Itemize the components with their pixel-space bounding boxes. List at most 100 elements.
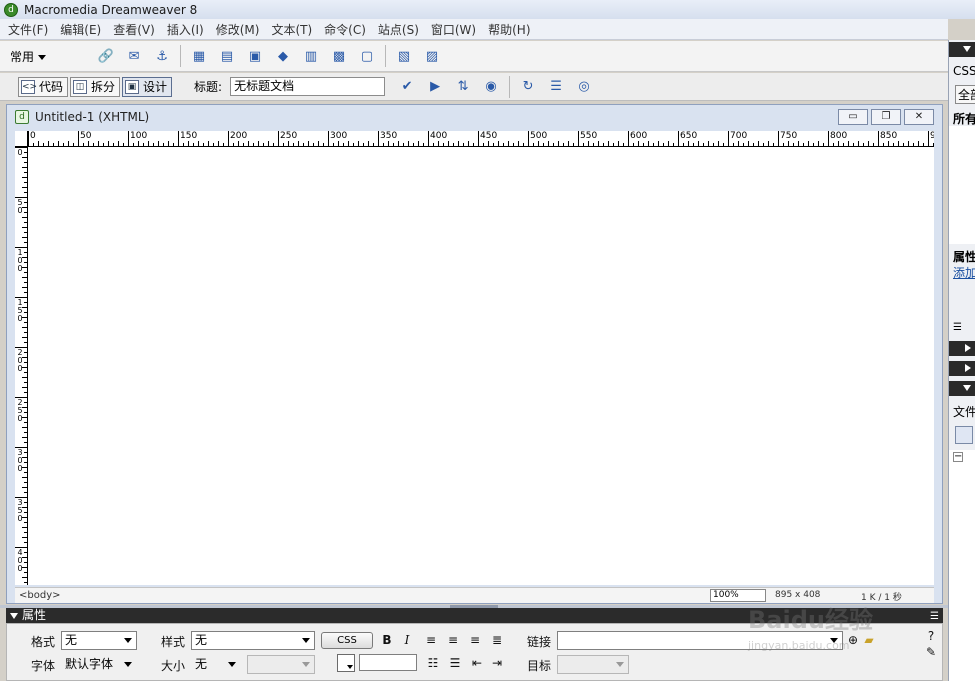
watermark-url: jingyan.baidu.com	[748, 639, 850, 652]
menu-commands[interactable]: 命令(C)	[318, 21, 372, 38]
media-icon[interactable]: ◆	[273, 46, 293, 66]
named-anchor-icon[interactable]: ⚓	[152, 46, 172, 66]
all-rules-button[interactable]: 全部	[955, 85, 975, 104]
css-panel-tab[interactable]: CSS	[953, 64, 975, 78]
menu-file[interactable]: 文件(F)	[2, 21, 54, 38]
file-management-icon[interactable]: ⇅	[453, 77, 473, 97]
ruler-tick	[24, 562, 27, 563]
indent-icon[interactable]: ⇥	[489, 655, 505, 671]
align-center-icon[interactable]: ≡	[445, 632, 461, 648]
bold-button[interactable]: B	[379, 632, 395, 648]
ordered-list-icon[interactable]: ☰	[447, 655, 463, 671]
table-icon[interactable]: ▦	[189, 46, 209, 66]
document-title-input[interactable]: 无标题文档	[230, 77, 386, 96]
panel-options-icon[interactable]: ☰	[930, 609, 939, 624]
close-button[interactable]: ✕	[904, 109, 934, 125]
ruler-tick	[448, 141, 449, 146]
css-button[interactable]: CSS	[321, 632, 373, 649]
ruler-tick	[24, 272, 27, 273]
ruler-tick	[58, 141, 59, 146]
panel-group-header-1[interactable]	[949, 341, 975, 356]
visual-aids-icon[interactable]: ◎	[574, 77, 594, 97]
css-panel-header[interactable]	[949, 42, 975, 57]
restore-button[interactable]: ❐	[871, 109, 901, 125]
tag-selector[interactable]: <body>	[19, 590, 61, 601]
ruler-tick	[373, 143, 374, 146]
menu-text[interactable]: 文本(T)	[265, 21, 318, 38]
view-options-icon[interactable]: ☰	[546, 77, 566, 97]
add-property-link[interactable]: 添加	[953, 264, 975, 281]
template-icon[interactable]: ▧	[394, 46, 414, 66]
menu-site[interactable]: 站点(S)	[372, 21, 425, 38]
menu-edit[interactable]: 编辑(E)	[54, 21, 107, 38]
validate-icon[interactable]: ▶	[425, 77, 445, 97]
align-right-icon[interactable]: ≡	[467, 632, 483, 648]
ruler-tick	[24, 372, 27, 373]
italic-button[interactable]: I	[399, 632, 415, 648]
date-icon[interactable]: ▥	[301, 46, 321, 66]
hyperlink-icon[interactable]: 🔗	[96, 46, 116, 66]
ruler-tick	[123, 143, 124, 146]
preview-in-browser-icon[interactable]: ◉	[481, 77, 501, 97]
design-view-button[interactable]: ▣ 设计	[122, 76, 173, 97]
ruler-tick	[24, 552, 27, 553]
image-icon[interactable]: ▣	[245, 46, 265, 66]
refresh-icon[interactable]: ↻	[518, 77, 538, 97]
format-select[interactable]: 无	[61, 631, 137, 650]
ruler-tick	[698, 141, 699, 146]
text-color-picker[interactable]	[337, 654, 355, 672]
ruler-label: 150	[180, 131, 198, 141]
ruler-tick	[263, 143, 264, 146]
insert-category-dropdown[interactable]: 常用	[10, 48, 47, 65]
ruler-tick	[24, 172, 27, 173]
menu-modify[interactable]: 修改(M)	[210, 21, 266, 38]
ruler-tick	[22, 227, 27, 228]
ruler-tick	[423, 143, 424, 146]
head-icon[interactable]: ▢	[357, 46, 377, 66]
panel-group-header-2[interactable]	[949, 361, 975, 376]
ruler-label: 0	[17, 148, 23, 157]
menu-window[interactable]: 窗口(W)	[425, 21, 482, 38]
ruler-tick	[588, 141, 589, 146]
justify-icon[interactable]: ≣	[489, 632, 505, 648]
window-size[interactable]: 895 x 408	[775, 590, 820, 600]
unordered-list-icon[interactable]: ☷	[425, 655, 441, 671]
style-value: 无	[195, 633, 208, 647]
font-select[interactable]: 默认字体	[61, 655, 137, 674]
document-toolbar: <> 代码 ◫ 拆分 ▣ 设计 标题: 无标题文档 ✔ ▶ ⇅ ◉ ↻ ☰ ◎	[0, 73, 948, 101]
style-select[interactable]: 无	[191, 631, 315, 650]
files-panel-header[interactable]	[949, 381, 975, 396]
ruler-tick	[228, 131, 229, 146]
comment-icon[interactable]: ▩	[329, 46, 349, 66]
design-canvas[interactable]	[28, 147, 934, 585]
list-view-icon[interactable]: ☰	[953, 322, 962, 333]
ruler-tick	[98, 141, 99, 146]
ruler-tick	[558, 141, 559, 146]
menu-view[interactable]: 查看(V)	[107, 21, 161, 38]
ruler-tick	[22, 377, 27, 378]
div-icon[interactable]: ▤	[217, 46, 237, 66]
files-panel-tab[interactable]: 文件	[953, 403, 975, 420]
ruler-tick	[24, 522, 27, 523]
ruler-tick	[888, 141, 889, 146]
tree-expander-icon[interactable]: −	[953, 452, 963, 462]
code-view-button[interactable]: <> 代码	[18, 76, 69, 97]
format-label: 格式	[31, 635, 56, 649]
browser-check-icon[interactable]: ✔	[397, 77, 417, 97]
ruler-tick	[208, 141, 209, 146]
outdent-icon[interactable]: ⇤	[469, 655, 485, 671]
site-view-icon[interactable]	[955, 426, 973, 444]
minimize-button[interactable]: ▭	[838, 109, 868, 125]
ruler-tick	[443, 143, 444, 146]
menu-insert[interactable]: 插入(I)	[161, 21, 210, 38]
align-left-icon[interactable]: ≡	[423, 632, 439, 648]
ruler-tick	[468, 141, 469, 146]
menu-help[interactable]: 帮助(H)	[482, 21, 536, 38]
size-select[interactable]: 无	[191, 655, 241, 674]
ruler-label: 700	[730, 131, 748, 141]
text-color-input[interactable]	[359, 654, 417, 671]
ruler-tick	[518, 141, 519, 146]
tag-chooser-icon[interactable]: ▨	[422, 46, 442, 66]
email-link-icon[interactable]: ✉	[124, 46, 144, 66]
split-view-button[interactable]: ◫ 拆分	[70, 76, 121, 97]
